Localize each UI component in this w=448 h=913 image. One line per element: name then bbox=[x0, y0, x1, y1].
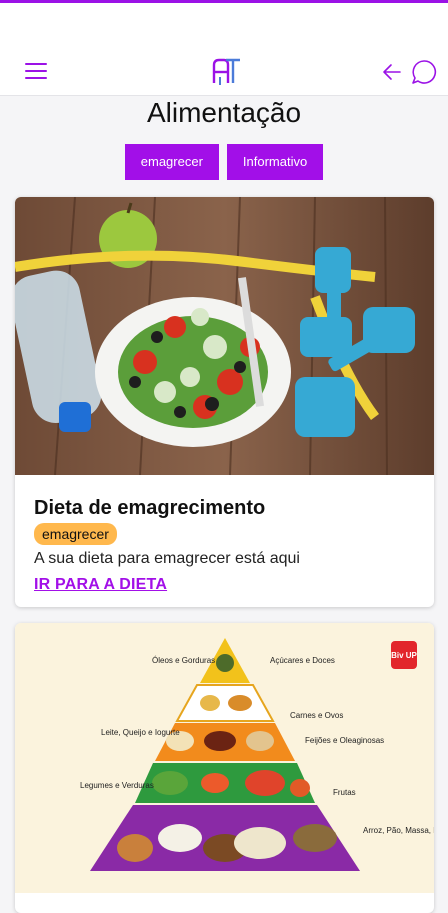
filter-emagrecer-button[interactable]: emagrecer bbox=[124, 144, 219, 180]
pyramid-label-frutas: Frutas bbox=[333, 788, 356, 797]
pyramid-label-base: Arroz, Pão, Massa, Batata, Mandioca bbox=[363, 826, 434, 835]
diet-card-body: Dieta de emagrecimento emagrecer A sua d… bbox=[34, 495, 414, 594]
app-bar bbox=[0, 3, 448, 96]
card-description: A sua dieta para emagrecer está aqui bbox=[34, 550, 300, 567]
brand-logo-text: Biv UP bbox=[391, 651, 417, 660]
salad-dumbbells-image bbox=[15, 197, 434, 475]
pyramid-label-oleos: Óleos e Gorduras bbox=[152, 656, 215, 665]
menu-icon[interactable] bbox=[25, 63, 47, 79]
card-title: Dieta de emagrecimento bbox=[34, 497, 266, 519]
filter-informativo-button[interactable]: Informativo bbox=[226, 144, 324, 180]
chat-bubble-icon[interactable] bbox=[411, 59, 437, 85]
pyramid-label-feijoes: Feijões e Oleaginosas bbox=[305, 736, 384, 745]
arrow-left-icon[interactable] bbox=[382, 63, 402, 81]
pyramid-label-carnes: Carnes e Ovos bbox=[290, 711, 343, 720]
pyramid-label-acucares: Açúcares e Doces bbox=[270, 656, 335, 665]
app-logo bbox=[212, 58, 240, 85]
food-pyramid-card[interactable]: Biv UP Óleos e Gorduras Açúcares e Doces… bbox=[15, 623, 434, 913]
pyramid-label-legumes: Legumes e Verduras bbox=[80, 781, 154, 790]
food-pyramid-image: Biv UP Óleos e Gorduras Açúcares e Doces… bbox=[15, 623, 434, 893]
diet-card[interactable]: Dieta de emagrecimento emagrecer A sua d… bbox=[15, 197, 434, 607]
page-title: Alimentação bbox=[146, 97, 302, 128]
category-badge: emagrecer bbox=[34, 523, 117, 545]
go-to-diet-link[interactable]: IR PARA A DIETA bbox=[34, 576, 167, 594]
pyramid-label-leite: Leite, Queijo e Iogurte bbox=[101, 728, 180, 737]
filter-tags: emagrecer Informativo bbox=[0, 144, 448, 180]
